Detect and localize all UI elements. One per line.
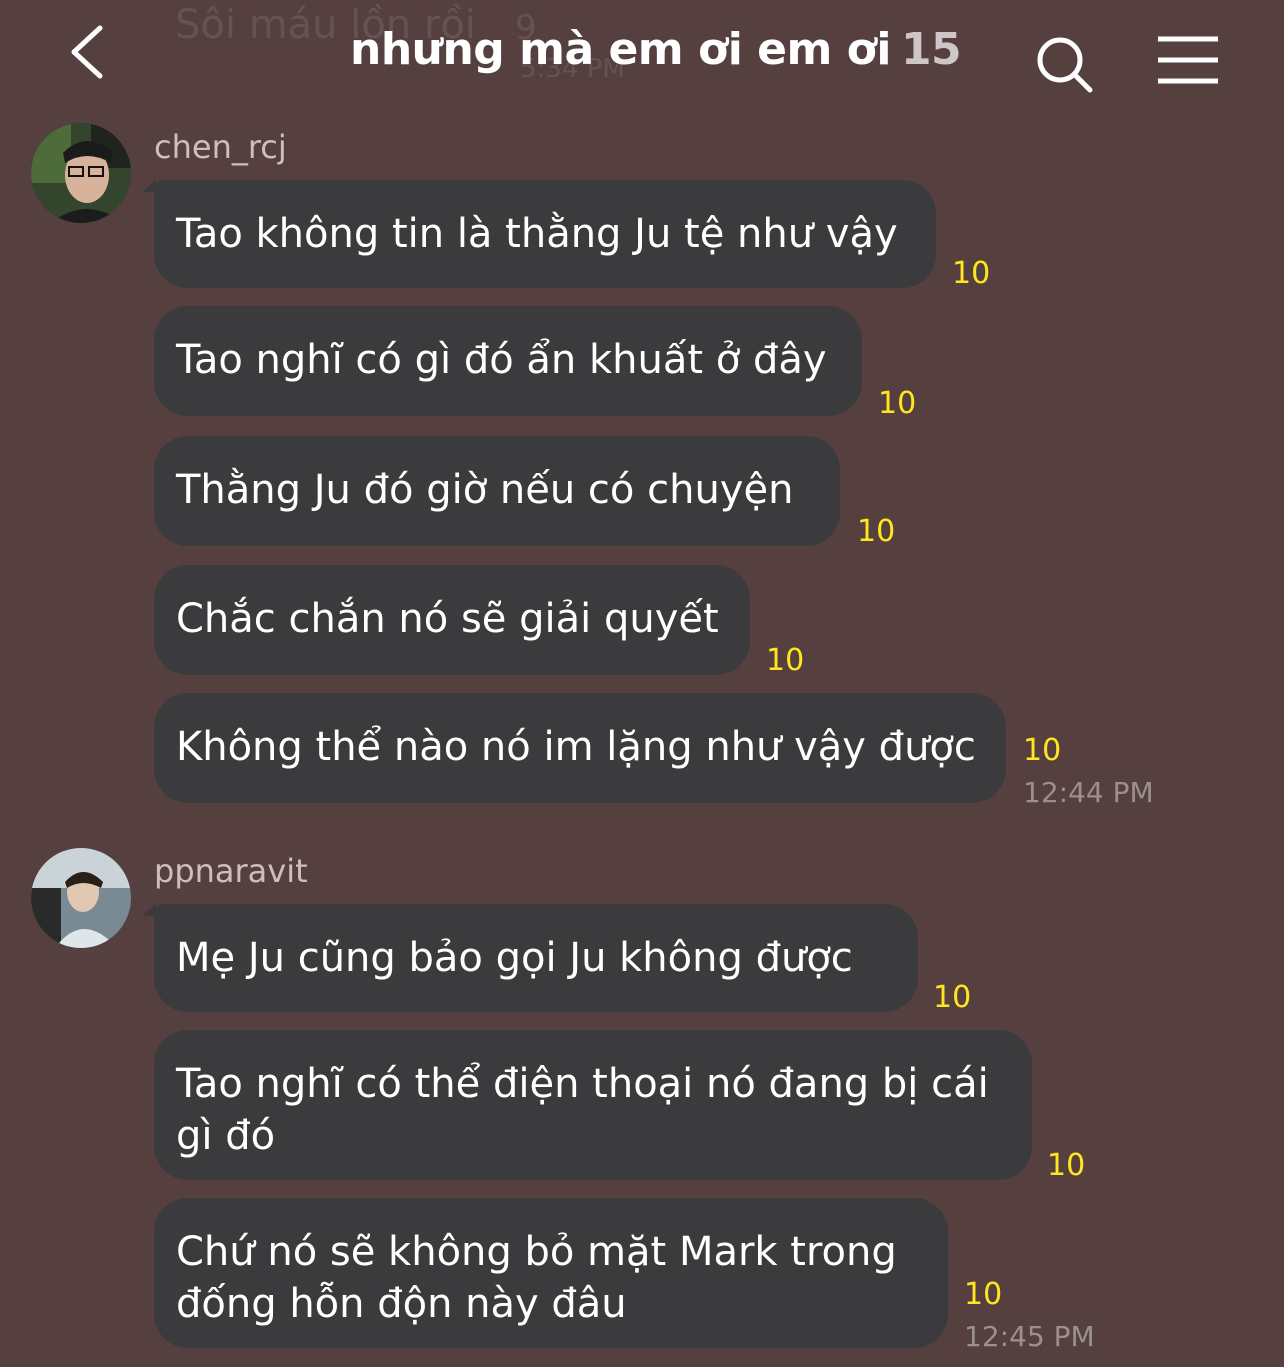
- username-ppnaravit[interactable]: ppnaravit: [154, 852, 308, 890]
- chat-title-text: nhưng mà em ơi em ơi: [350, 24, 891, 75]
- message-bubble[interactable]: Chứ nó sẽ không bỏ mặt Mark trong đống h…: [154, 1198, 948, 1348]
- read-count: 10: [964, 1277, 1003, 1312]
- read-count: 10: [952, 256, 991, 291]
- read-count: 10: [1023, 733, 1062, 768]
- menu-button[interactable]: [1154, 34, 1224, 90]
- message-bubble[interactable]: Tao nghĩ có thể điện thoại nó đang bị cá…: [154, 1030, 1032, 1180]
- profile-photo-icon: [31, 848, 131, 948]
- back-button[interactable]: [60, 20, 120, 84]
- message-bubble[interactable]: Tao nghĩ có gì đó ẩn khuất ở đây: [154, 306, 862, 416]
- message-bubble[interactable]: Mẹ Ju cũng bảo gọi Ju không được: [154, 904, 918, 1012]
- avatar-ppnaravit[interactable]: [31, 848, 131, 948]
- chevron-left-icon: [71, 25, 103, 79]
- message-timestamp: 12:45 PM: [964, 1320, 1095, 1353]
- message-bubble[interactable]: Không thể nào nó im lặng như vậy được: [154, 693, 1006, 803]
- search-icon: [1037, 37, 1093, 93]
- read-count: 10: [766, 643, 805, 678]
- read-count: 10: [857, 514, 896, 549]
- chat-title: nhưng mà em ơi em ơi 15: [350, 24, 962, 75]
- message-bubble[interactable]: Thằng Ju đó giờ nếu có chuyện: [154, 436, 840, 546]
- message-bubble[interactable]: Tao không tin là thằng Ju tệ như vậy: [154, 180, 936, 288]
- chat-header: Sôi máu lồn rồi 9 5:34 PM nhưng mà em ơi…: [0, 0, 1284, 110]
- read-count: 10: [933, 980, 972, 1015]
- profile-photo-icon: [31, 123, 131, 223]
- avatar-chen-rcj[interactable]: [31, 123, 131, 223]
- username-chen-rcj[interactable]: chen_rcj: [154, 128, 287, 166]
- message-timestamp: 12:44 PM: [1023, 776, 1154, 809]
- menu-icon: [1158, 36, 1218, 84]
- search-button[interactable]: [1032, 32, 1096, 96]
- message-bubble[interactable]: Chắc chắn nó sẽ giải quyết: [154, 565, 750, 675]
- read-count: 10: [1047, 1148, 1086, 1183]
- member-count: 15: [900, 24, 962, 75]
- read-count: 10: [878, 386, 917, 421]
